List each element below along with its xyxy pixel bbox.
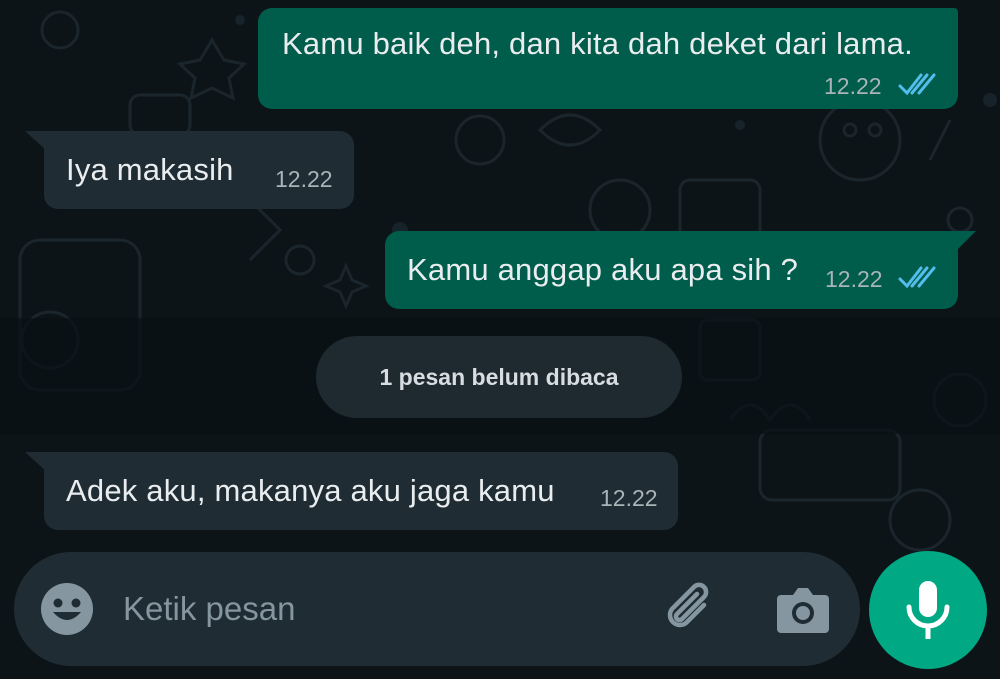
message-bubble-outgoing[interactable]: Kamu anggap aku apa sih ? 12.22 bbox=[385, 231, 958, 309]
microphone-icon bbox=[906, 581, 950, 639]
message-composer: Ketik pesan bbox=[14, 552, 860, 666]
message-input[interactable]: Ketik pesan bbox=[123, 590, 295, 628]
message-text: Iya makasih bbox=[66, 152, 234, 187]
message-text: Kamu baik deh, dan kita dah deket dari l… bbox=[282, 26, 913, 61]
message-text: Kamu anggap aku apa sih ? bbox=[407, 252, 799, 287]
camera-icon[interactable] bbox=[775, 585, 831, 635]
message-time: 12.22 bbox=[824, 73, 882, 99]
unread-banner-text: 1 pesan belum dibaca bbox=[379, 363, 619, 390]
message-time: 12.22 bbox=[825, 266, 883, 292]
unread-messages-banner: 1 pesan belum dibaca bbox=[316, 336, 682, 418]
emoji-icon[interactable] bbox=[40, 582, 94, 636]
paperclip-icon[interactable] bbox=[660, 579, 720, 639]
double-check-icon bbox=[898, 266, 936, 289]
message-time: 12.22 bbox=[600, 485, 658, 511]
bubble-tail bbox=[25, 452, 47, 472]
voice-record-button[interactable] bbox=[869, 551, 987, 669]
message-text: Adek aku, makanya aku jaga kamu bbox=[66, 473, 555, 508]
message-bubble-outgoing[interactable]: Kamu baik deh, dan kita dah deket dari l… bbox=[258, 8, 958, 109]
message-time: 12.22 bbox=[275, 166, 333, 192]
bubble-tail bbox=[25, 131, 47, 151]
message-bubble-incoming[interactable]: Adek aku, makanya aku jaga kamu 12.22 bbox=[44, 452, 678, 530]
bubble-tail bbox=[956, 231, 976, 251]
message-bubble-incoming[interactable]: Iya makasih 12.22 bbox=[44, 131, 354, 209]
double-check-icon bbox=[898, 73, 936, 96]
